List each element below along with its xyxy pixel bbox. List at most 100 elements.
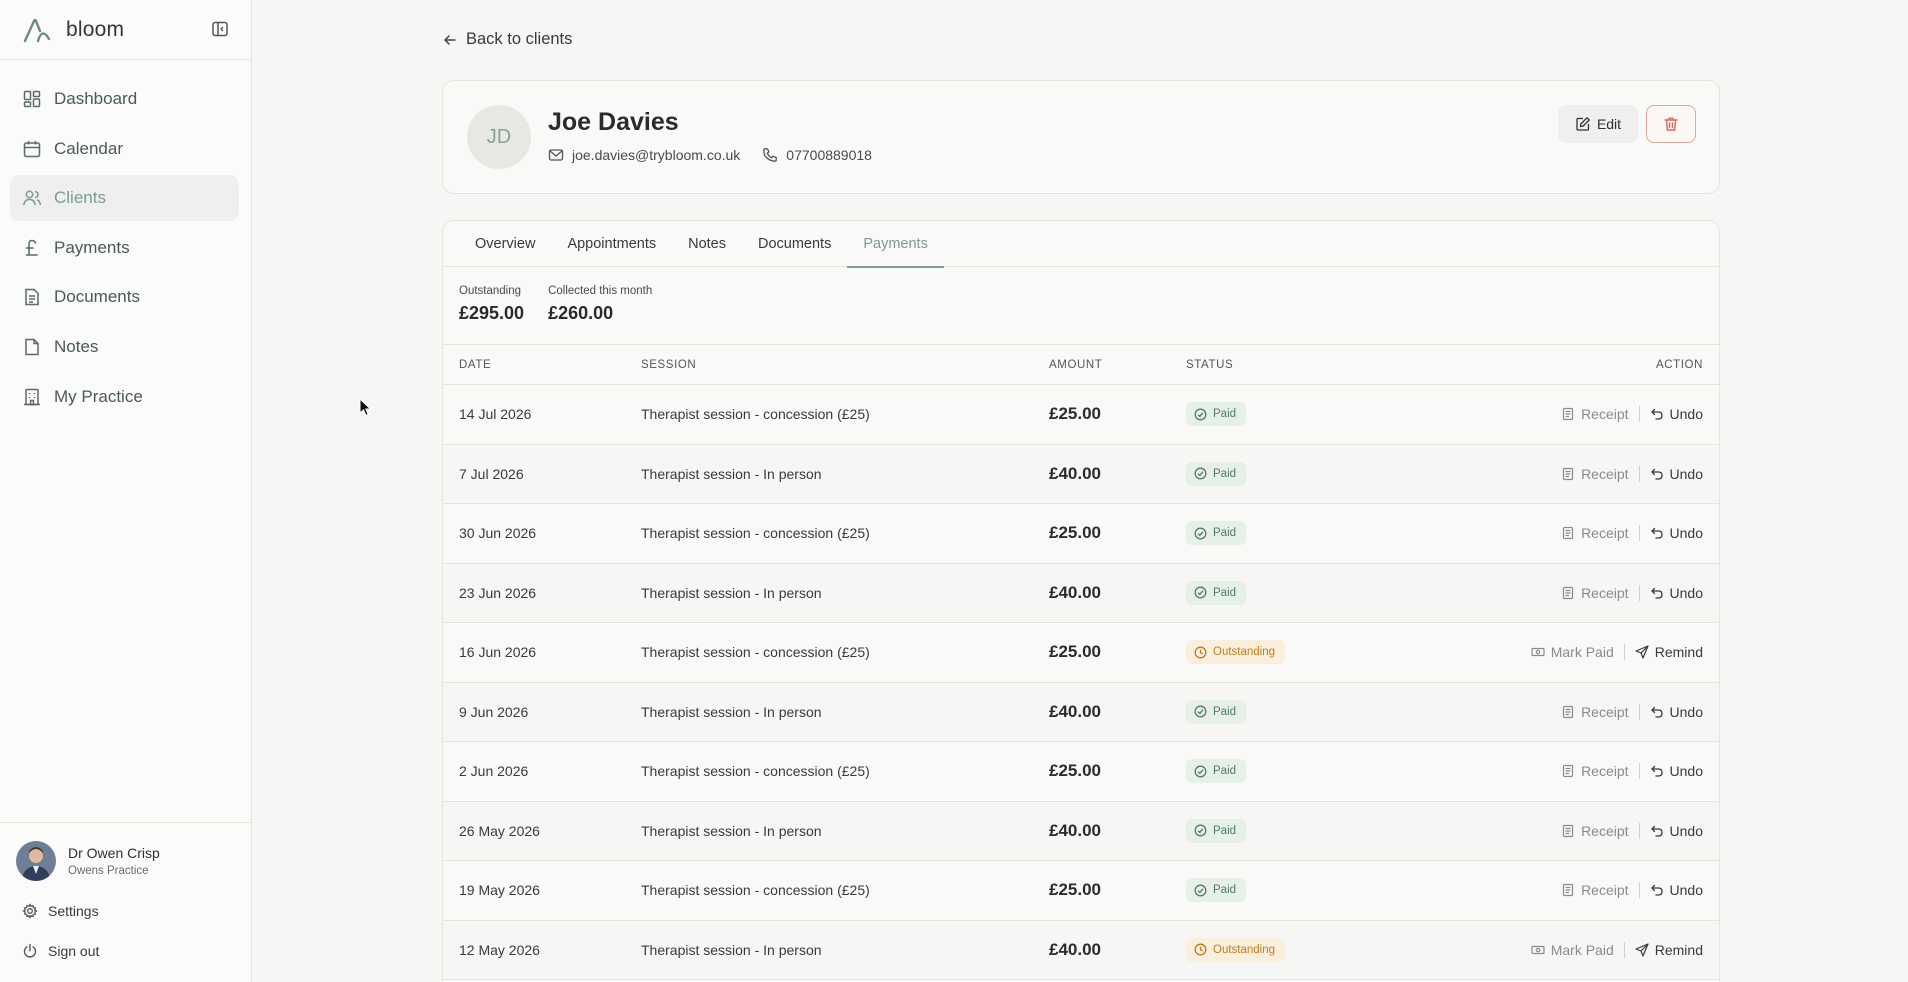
action-label: Undo bbox=[1669, 584, 1703, 601]
mark-paid-button[interactable]: Mark Paid bbox=[1531, 942, 1614, 958]
back-to-clients-link[interactable]: Back to clients bbox=[442, 30, 572, 49]
action-divider bbox=[1638, 525, 1640, 542]
table-row: 7 Jul 2026 Therapist session - In person £… bbox=[443, 444, 1719, 504]
row-status: Paid bbox=[1186, 878, 1247, 903]
remind-button[interactable]: Remind bbox=[1635, 644, 1703, 660]
check-circle-icon bbox=[1194, 705, 1207, 718]
row-actions: Receipt Undo bbox=[1561, 703, 1703, 720]
sidebar-item-clients[interactable]: Clients bbox=[10, 175, 239, 222]
undo-icon bbox=[1650, 587, 1663, 599]
action-label: Undo bbox=[1669, 465, 1703, 482]
row-status: Paid bbox=[1186, 818, 1247, 843]
action-label: Undo bbox=[1669, 525, 1703, 542]
delete-client-button[interactable] bbox=[1646, 105, 1696, 143]
undo-button[interactable]: Undo bbox=[1650, 704, 1703, 720]
undo-button[interactable]: Undo bbox=[1650, 525, 1703, 541]
header-date: DATE bbox=[459, 359, 492, 371]
sidebar-item-dashboard[interactable]: Dashboard bbox=[10, 76, 239, 122]
row-session: Therapist session - In person bbox=[641, 703, 822, 720]
row-date: 2 Jun 2026 bbox=[459, 763, 529, 780]
status-text: Paid bbox=[1213, 408, 1237, 421]
receipt-button[interactable]: Receipt bbox=[1561, 584, 1629, 601]
clock-icon bbox=[1194, 646, 1207, 659]
sidebar-item-documents[interactable]: Documents bbox=[10, 274, 239, 320]
settings-link[interactable]: Settings bbox=[0, 891, 251, 931]
row-actions: Mark Paid Remind bbox=[1531, 941, 1703, 958]
sidebar-collapse-icon[interactable] bbox=[211, 20, 229, 38]
sidebar-item-calendar[interactable]: Calendar bbox=[10, 126, 239, 172]
undo-button[interactable]: Undo bbox=[1650, 882, 1703, 898]
signout-label: Sign out bbox=[48, 943, 100, 959]
table-row: 26 May 2026 Therapist session - In person… bbox=[443, 801, 1719, 861]
row-amount: £40.00 bbox=[1049, 939, 1101, 959]
row-amount: £25.00 bbox=[1049, 523, 1101, 543]
undo-button[interactable]: Undo bbox=[1650, 823, 1703, 839]
tab-documents[interactable]: Documents bbox=[742, 221, 847, 267]
sidebar-item-label: My Practice bbox=[54, 386, 143, 406]
row-amount: £25.00 bbox=[1049, 880, 1101, 900]
user-profile[interactable]: Dr Owen Crisp Owens Practice bbox=[0, 823, 251, 881]
action-label: Receipt bbox=[1581, 406, 1629, 423]
row-session: Therapist session - concession (£25) bbox=[641, 763, 870, 780]
edit-client-button[interactable]: Edit bbox=[1558, 105, 1638, 143]
sidebar-header: bloom bbox=[0, 0, 251, 60]
receipt-button[interactable]: Receipt bbox=[1561, 763, 1629, 779]
undo-button[interactable]: Undo bbox=[1650, 585, 1703, 601]
action-divider bbox=[1638, 584, 1640, 601]
user-name: Dr Owen Crisp bbox=[68, 845, 160, 861]
action-divider bbox=[1638, 465, 1640, 482]
receipt-button[interactable]: Receipt bbox=[1561, 406, 1629, 423]
receipt-button[interactable]: Receipt bbox=[1561, 823, 1629, 839]
action-divider bbox=[1623, 644, 1625, 661]
signout-link[interactable]: Sign out bbox=[0, 931, 251, 971]
row-session: Therapist session - concession (£25) bbox=[641, 644, 870, 661]
cash-icon bbox=[1531, 945, 1545, 954]
sidebar-item-notes[interactable]: Notes bbox=[10, 324, 239, 370]
users-icon bbox=[23, 190, 42, 206]
sidebar-item-payments[interactable]: Payments bbox=[10, 225, 239, 271]
table-row: 19 May 2026 Therapist session - concessio… bbox=[443, 861, 1719, 921]
phone-icon bbox=[763, 148, 778, 162]
outstanding-value: £295.00 bbox=[459, 303, 525, 323]
receipt-button[interactable]: Receipt bbox=[1561, 704, 1629, 720]
note-icon bbox=[25, 338, 39, 356]
undo-icon bbox=[1650, 409, 1663, 420]
row-amount: £40.00 bbox=[1049, 820, 1101, 840]
status-text: Paid bbox=[1213, 765, 1237, 778]
row-actions: Receipt Undo bbox=[1561, 882, 1703, 899]
receipt-icon bbox=[1562, 527, 1574, 540]
receipt-button[interactable]: Receipt bbox=[1561, 882, 1629, 898]
undo-button[interactable]: Undo bbox=[1650, 406, 1703, 422]
receipt-button[interactable]: Receipt bbox=[1561, 466, 1629, 482]
row-actions: Mark Paid Remind bbox=[1531, 644, 1703, 661]
status-text: Paid bbox=[1213, 467, 1237, 480]
send-icon bbox=[1635, 645, 1649, 659]
client-phone-text: 07700889018 bbox=[786, 147, 872, 163]
action-divider bbox=[1638, 703, 1640, 720]
action-divider bbox=[1638, 406, 1640, 423]
check-circle-icon bbox=[1194, 527, 1207, 540]
sidebar-item-label: Calendar bbox=[54, 138, 123, 158]
tab-appointments[interactable]: Appointments bbox=[551, 221, 672, 267]
check-circle-icon bbox=[1194, 765, 1207, 778]
action-label: Receipt bbox=[1581, 584, 1629, 601]
mark-paid-button[interactable]: Mark Paid bbox=[1531, 644, 1614, 660]
row-actions: Receipt Undo bbox=[1561, 465, 1703, 482]
sidebar-item-label: Payments bbox=[54, 237, 130, 257]
receipt-icon bbox=[1562, 408, 1574, 421]
undo-button[interactable]: Undo bbox=[1650, 466, 1703, 482]
status-badge: Paid bbox=[1186, 759, 1247, 784]
tab-overview[interactable]: Overview bbox=[459, 221, 551, 267]
tab-notes[interactable]: Notes bbox=[672, 221, 742, 267]
sidebar-item-my-practice[interactable]: My Practice bbox=[10, 374, 239, 420]
table-row: 23 Jun 2026 Therapist session - In person… bbox=[443, 563, 1719, 623]
collected-value: £260.00 bbox=[548, 303, 614, 323]
remind-button[interactable]: Remind bbox=[1635, 942, 1703, 958]
client-email[interactable]: joe.davies@trybloom.co.uk bbox=[548, 147, 740, 163]
client-phone[interactable]: 07700889018 bbox=[762, 147, 872, 163]
receipt-button[interactable]: Receipt bbox=[1561, 525, 1629, 541]
client-tabs: Overview Appointments Notes Documents Pa… bbox=[443, 221, 1719, 268]
tab-payments[interactable]: Payments bbox=[847, 221, 945, 268]
undo-button[interactable]: Undo bbox=[1650, 763, 1703, 779]
gear-icon bbox=[22, 903, 38, 919]
